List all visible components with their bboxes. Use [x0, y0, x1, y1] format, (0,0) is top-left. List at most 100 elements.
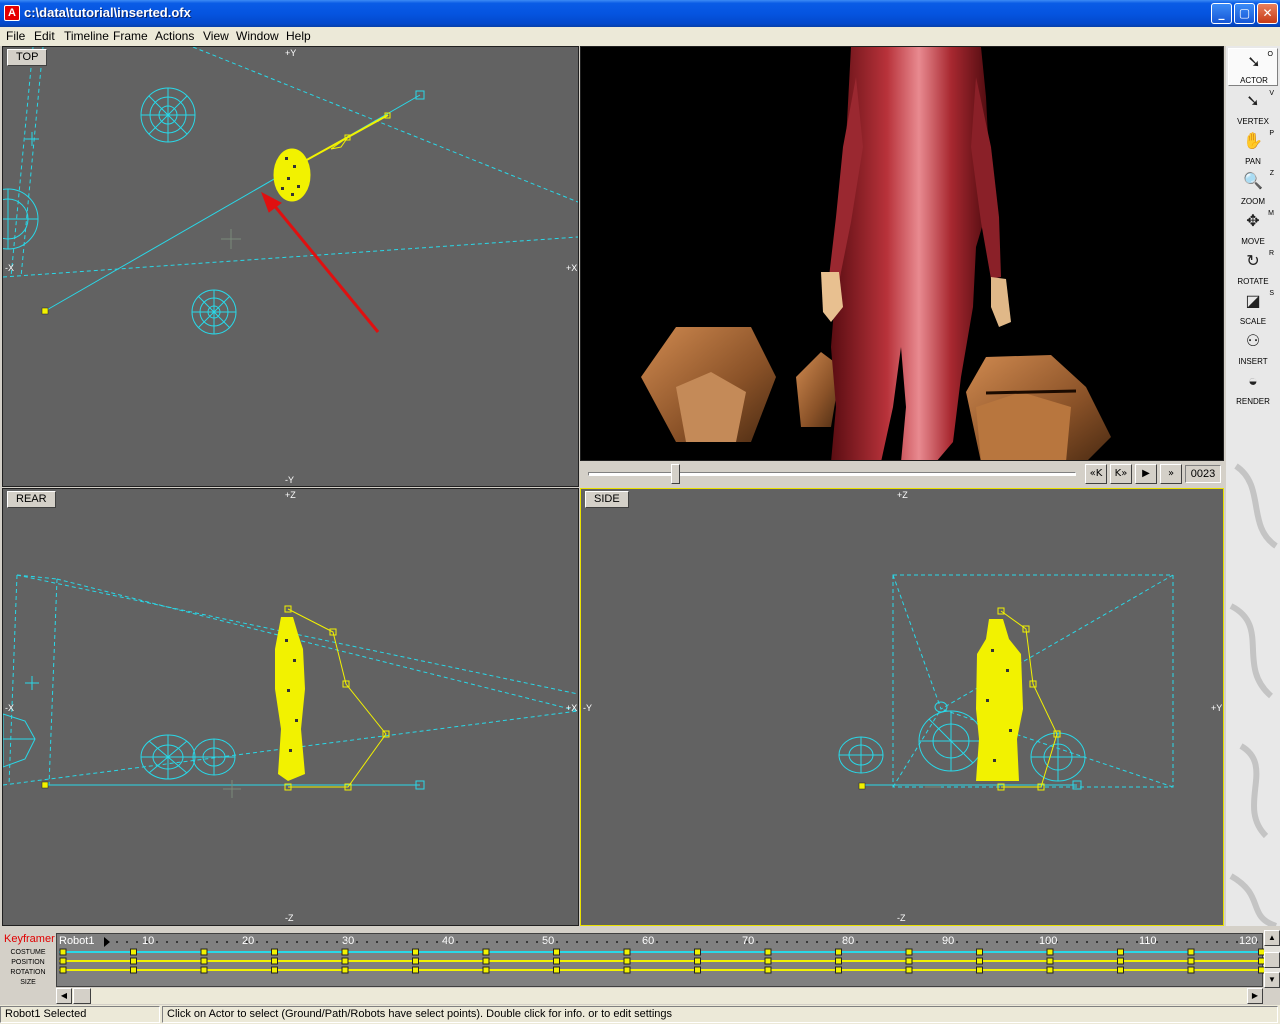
tool-insert[interactable]: ⚇ INSERT	[1228, 328, 1278, 366]
perspective-viewport[interactable]	[580, 46, 1224, 461]
keyframe-marker[interactable]	[694, 948, 701, 956]
menu-edit[interactable]: Edit	[34, 29, 55, 43]
tool-rotate[interactable]: ↻ R ROTATE	[1228, 248, 1278, 286]
scroll-thumb[interactable]	[1264, 952, 1280, 968]
scroll-right-button[interactable]: ▶	[1247, 988, 1263, 1004]
keyframe-marker[interactable]	[623, 948, 631, 956]
menu-view[interactable]: View	[203, 29, 229, 43]
keyframe-marker[interactable]	[553, 957, 560, 965]
keyframe-marker[interactable]	[764, 957, 772, 965]
timeline-slider-thumb[interactable]	[671, 464, 680, 484]
frame-counter[interactable]: 0023	[1185, 465, 1221, 483]
keyframe-marker[interactable]	[412, 948, 419, 956]
scroll-left-button[interactable]: ◀	[56, 988, 72, 1004]
keyframer-track[interactable]: Robot1 10 20 30 40 50 60 70 80 90 100 11…	[56, 933, 1264, 988]
keyframe-marker[interactable]	[200, 966, 208, 974]
minimize-button[interactable]: _	[1211, 3, 1232, 24]
keyframe-marker[interactable]	[200, 948, 208, 956]
keyframe-marker[interactable]	[835, 957, 842, 965]
keyframe-marker[interactable]	[341, 948, 349, 956]
tool-scale[interactable]: ◪ S SCALE	[1228, 288, 1278, 326]
keyframe-marker[interactable]	[1187, 966, 1195, 974]
tool-vertex[interactable]: ➘ V VERTEX	[1228, 88, 1278, 126]
keyframe-marker[interactable]	[623, 957, 631, 965]
next-keyframe-button[interactable]: K»	[1110, 464, 1132, 484]
keyframe-marker[interactable]	[59, 966, 67, 974]
keyframe-marker[interactable]	[1187, 957, 1195, 965]
viewport-label-top[interactable]: TOP	[7, 49, 48, 66]
keyframe-marker[interactable]	[130, 957, 137, 965]
keyframe-marker[interactable]	[412, 966, 419, 974]
tool-zoom[interactable]: 🔍 Z ZOOM	[1228, 168, 1278, 206]
keyframe-marker[interactable]	[59, 948, 67, 956]
menu-frame[interactable]: Frame	[113, 29, 148, 43]
keyframe-marker[interactable]	[694, 957, 701, 965]
keyframe-rows[interactable]	[57, 934, 1264, 988]
keyframe-marker[interactable]	[764, 948, 772, 956]
keyframe-marker[interactable]	[694, 966, 701, 974]
keyframe-marker[interactable]	[341, 957, 349, 965]
menu-window[interactable]: Window	[236, 29, 279, 43]
maximize-button[interactable]: ▢	[1234, 3, 1255, 24]
viewport-label-side[interactable]: SIDE	[585, 491, 629, 508]
keyframe-marker[interactable]	[482, 948, 490, 956]
keyframe-marker[interactable]	[835, 966, 842, 974]
keyframe-marker[interactable]	[1187, 948, 1195, 956]
fast-forward-button[interactable]: »	[1160, 464, 1182, 484]
keyframe-marker[interactable]	[482, 957, 490, 965]
rear-viewport[interactable]: REAR +Z -Z -X +X	[2, 488, 579, 926]
keyframe-marker[interactable]	[59, 957, 67, 965]
current-frame-marker[interactable]	[104, 937, 110, 947]
tool-render[interactable]: ◒ RENDER	[1228, 368, 1278, 406]
keyframer-vertical-scrollbar[interactable]: ▲ ▼	[1264, 930, 1280, 988]
menu-file[interactable]: File	[6, 29, 25, 43]
tool-pan[interactable]: ✋ P PAN	[1228, 128, 1278, 166]
play-button[interactable]: ▶	[1135, 464, 1157, 484]
scroll-thumb[interactable]	[73, 988, 91, 1004]
app-icon[interactable]: A	[4, 5, 20, 21]
keyframe-marker[interactable]	[412, 957, 419, 965]
keyframe-marker[interactable]	[976, 966, 983, 974]
prev-keyframe-button[interactable]: «K	[1085, 464, 1107, 484]
tool-actor[interactable]: ➘ O ACTOR	[1228, 48, 1278, 86]
keyframe-marker[interactable]	[553, 966, 560, 974]
keyframer-horizontal-scrollbar[interactable]: ◀ ▶	[56, 988, 1263, 1004]
viewport-label-rear[interactable]: REAR	[7, 491, 56, 508]
tool-move[interactable]: ✥ M MOVE	[1228, 208, 1278, 246]
keyframe-marker[interactable]	[623, 966, 631, 974]
keyframe-marker[interactable]	[1046, 948, 1054, 956]
keyframe-marker[interactable]	[553, 948, 560, 956]
keyframe-marker[interactable]	[764, 966, 772, 974]
keyframe-marker[interactable]	[1117, 957, 1124, 965]
keyframe-marker[interactable]	[1046, 957, 1054, 965]
close-button[interactable]: ✕	[1257, 3, 1278, 24]
keyframe-marker[interactable]	[130, 948, 137, 956]
keyframe-marker[interactable]	[905, 957, 913, 965]
keyframe-marker[interactable]	[341, 966, 349, 974]
rear-view-scene[interactable]	[3, 489, 579, 926]
render-preview[interactable]	[581, 47, 1224, 461]
keyframe-marker[interactable]	[1117, 966, 1124, 974]
keyframe-marker[interactable]	[905, 966, 913, 974]
timeline-slider-track[interactable]	[588, 472, 1076, 476]
keyframe-marker[interactable]	[271, 966, 278, 974]
keyframe-marker[interactable]	[130, 966, 137, 974]
menu-timeline[interactable]: Timeline	[64, 29, 109, 43]
top-view-scene[interactable]	[3, 47, 579, 487]
keyframe-marker[interactable]	[976, 957, 983, 965]
keyframe-marker[interactable]	[200, 957, 208, 965]
keyframe-marker[interactable]	[905, 948, 913, 956]
scroll-up-button[interactable]: ▲	[1264, 930, 1280, 946]
keyframe-marker[interactable]	[976, 948, 983, 956]
keyframe-marker[interactable]	[271, 948, 278, 956]
menu-help[interactable]: Help	[286, 29, 311, 43]
keyframe-marker[interactable]	[271, 957, 278, 965]
top-viewport[interactable]: TOP +Y -Y -X +X	[2, 46, 579, 487]
keyframe-marker[interactable]	[1117, 948, 1124, 956]
keyframe-marker[interactable]	[482, 966, 490, 974]
side-viewport[interactable]: SIDE +Z -Z -Y +Y	[580, 488, 1224, 926]
menu-actions[interactable]: Actions	[155, 29, 194, 43]
title-bar[interactable]: A c:\data\tutorial\inserted.ofx _ ▢ ✕	[0, 0, 1280, 27]
scroll-down-button[interactable]: ▼	[1264, 972, 1280, 988]
side-view-scene[interactable]	[581, 489, 1224, 926]
